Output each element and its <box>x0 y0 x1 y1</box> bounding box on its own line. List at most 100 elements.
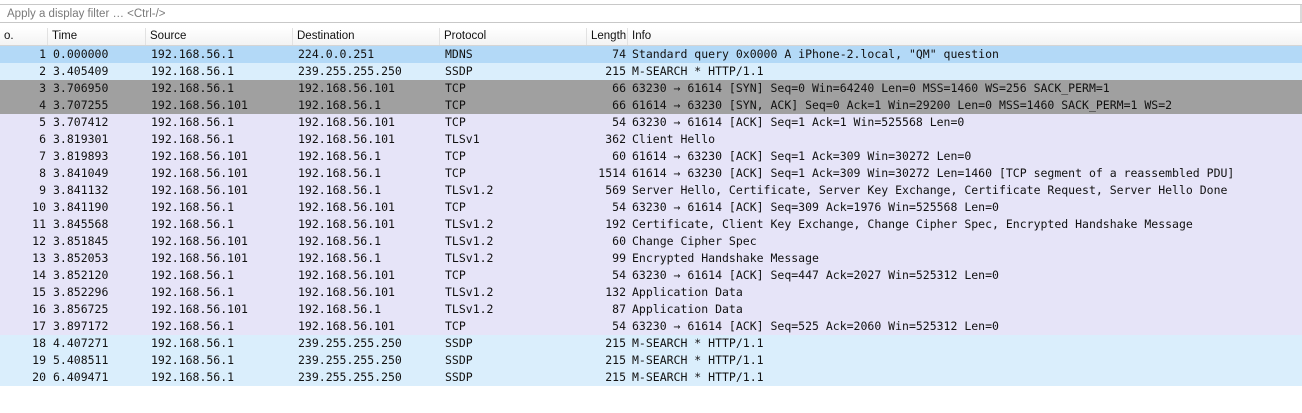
packet-destination: 192.168.56.101 <box>298 81 395 95</box>
packet-info: 61614 → 63230 [ACK] Seq=1 Ack=309 Win=30… <box>632 166 1235 180</box>
packet-row[interactable]: 16 3.856725 192.168.56.101 192.168.56.1 TLSv… <box>0 301 1302 318</box>
packet-destination: 192.168.56.1 <box>298 98 382 112</box>
packet-info: 61614 → 63230 [SYN, ACK] Seq=0 Ack=1 Win… <box>632 98 1173 112</box>
packet-list: 1 0.000000 192.168.56.1 224.0.0.251 MDNS 74 St… <box>0 46 1302 386</box>
packet-protocol: TLSv1.2 <box>445 302 494 316</box>
packet-info: 63230 → 61614 [ACK] Seq=1 Ack=1 Win=5255… <box>632 115 965 129</box>
packet-time: 3.841132 <box>53 183 109 197</box>
column-header-no[interactable]: o. <box>0 28 48 45</box>
packet-number: 19 <box>32 353 46 367</box>
packet-source: 192.168.56.1 <box>151 370 235 384</box>
packet-row[interactable]: 19 5.408511 192.168.56.1 239.255.255.250 SSD… <box>0 352 1302 369</box>
packet-destination: 239.255.255.250 <box>298 353 402 367</box>
packet-protocol: TLSv1.2 <box>445 251 494 265</box>
packet-protocol: MDNS <box>445 47 473 61</box>
packet-row[interactable]: 2 3.405409 192.168.56.1 239.255.255.250 SSDP… <box>0 63 1302 80</box>
packet-info: Server Hello, Certificate, Server Key Ex… <box>632 183 1228 197</box>
packet-number: 14 <box>32 268 46 282</box>
column-header-time[interactable]: Time <box>48 28 146 45</box>
packet-number: 11 <box>32 217 46 231</box>
packet-protocol: TLSv1.2 <box>445 217 494 231</box>
packet-row[interactable]: 10 3.841190 192.168.56.1 192.168.56.101 TCP 5… <box>0 199 1302 216</box>
packet-length: 1514 <box>598 166 626 180</box>
packet-source: 192.168.56.1 <box>151 217 235 231</box>
packet-row[interactable]: 15 3.852296 192.168.56.1 192.168.56.101 TLSv… <box>0 284 1302 301</box>
packet-protocol: TLSv1.2 <box>445 285 494 299</box>
packet-info: 61614 → 63230 [ACK] Seq=1 Ack=309 Win=30… <box>632 149 972 163</box>
packet-protocol: TCP <box>445 115 466 129</box>
packet-time: 3.841049 <box>53 166 109 180</box>
packet-source: 192.168.56.101 <box>151 251 248 265</box>
packet-row[interactable]: 6 3.819301 192.168.56.1 192.168.56.101 TLSv1… <box>0 131 1302 148</box>
packet-info: Encrypted Handshake Message <box>632 251 819 265</box>
packet-number: 4 <box>39 98 46 112</box>
packet-length: 569 <box>605 183 626 197</box>
packet-length: 192 <box>605 217 626 231</box>
packet-length: 54 <box>612 200 626 214</box>
packet-source: 192.168.56.1 <box>151 268 235 282</box>
packet-destination: 192.168.56.1 <box>298 183 382 197</box>
packet-info: 63230 → 61614 [ACK] Seq=525 Ack=2060 Win… <box>632 319 999 333</box>
packet-row[interactable]: 12 3.851845 192.168.56.101 192.168.56.1 TLSv… <box>0 233 1302 250</box>
packet-time: 3.852120 <box>53 268 109 282</box>
packet-protocol: TCP <box>445 166 466 180</box>
packet-info: 63230 → 61614 [ACK] Seq=447 Ack=2027 Win… <box>632 268 999 282</box>
column-header-length[interactable]: Length <box>587 28 628 45</box>
packet-number: 3 <box>39 81 46 95</box>
packet-protocol: TLSv1.2 <box>445 183 494 197</box>
packet-row[interactable]: 13 3.852053 192.168.56.101 192.168.56.1 TLSv… <box>0 250 1302 267</box>
column-header-info[interactable]: Info <box>628 28 1302 45</box>
packet-protocol: TLSv1 <box>445 132 480 146</box>
packet-source: 192.168.56.101 <box>151 302 248 316</box>
packet-destination: 192.168.56.101 <box>298 115 395 129</box>
packet-length: 66 <box>612 98 626 112</box>
packet-number: 17 <box>32 319 46 333</box>
packet-time: 3.841190 <box>53 200 109 214</box>
packet-row[interactable]: 11 3.845568 192.168.56.1 192.168.56.101 TLSv… <box>0 216 1302 233</box>
packet-destination: 192.168.56.101 <box>298 319 395 333</box>
packet-row[interactable]: 3 3.706950 192.168.56.1 192.168.56.101 TCP 66… <box>0 80 1302 97</box>
packet-source: 192.168.56.1 <box>151 64 235 78</box>
packet-destination: 224.0.0.251 <box>298 47 375 61</box>
packet-protocol: TCP <box>445 268 466 282</box>
packet-info: Application Data <box>632 285 743 299</box>
packet-number: 6 <box>39 132 46 146</box>
packet-destination: 192.168.56.101 <box>298 217 395 231</box>
column-header-source[interactable]: Source <box>146 28 293 45</box>
packet-row[interactable]: 9 3.841132 192.168.56.101 192.168.56.1 TLSv1… <box>0 182 1302 199</box>
packet-time: 3.707412 <box>53 115 109 129</box>
packet-source: 192.168.56.1 <box>151 319 235 333</box>
packet-row[interactable]: 5 3.707412 192.168.56.1 192.168.56.101 TCP 54… <box>0 114 1302 131</box>
packet-number: 2 <box>39 64 46 78</box>
packet-time: 3.819893 <box>53 149 109 163</box>
display-filter-input[interactable] <box>0 5 1297 22</box>
column-header-destination[interactable]: Destination <box>293 28 440 45</box>
packet-number: 18 <box>32 336 46 350</box>
packet-protocol: SSDP <box>445 353 473 367</box>
packet-row[interactable]: 17 3.897172 192.168.56.1 192.168.56.101 TCP 5… <box>0 318 1302 335</box>
packet-row[interactable]: 7 3.819893 192.168.56.101 192.168.56.1 TCP 60… <box>0 148 1302 165</box>
packet-row[interactable]: 20 6.409471 192.168.56.1 239.255.255.250 SSD… <box>0 369 1302 386</box>
packet-time: 4.407271 <box>53 336 109 350</box>
packet-protocol: SSDP <box>445 370 473 384</box>
packet-destination: 239.255.255.250 <box>298 64 402 78</box>
packet-source: 192.168.56.1 <box>151 132 235 146</box>
packet-protocol: SSDP <box>445 336 473 350</box>
packet-row[interactable]: 4 3.707255 192.168.56.101 192.168.56.1 TCP 66… <box>0 97 1302 114</box>
packet-info: 63230 → 61614 [ACK] Seq=309 Ack=1976 Win… <box>632 200 999 214</box>
packet-source: 192.168.56.101 <box>151 183 248 197</box>
packet-protocol: SSDP <box>445 64 473 78</box>
packet-source: 192.168.56.101 <box>151 149 248 163</box>
packet-time: 3.897172 <box>53 319 109 333</box>
packet-source: 192.168.56.101 <box>151 166 248 180</box>
display-filter-bar <box>0 4 1302 23</box>
packet-source: 192.168.56.1 <box>151 285 235 299</box>
packet-row[interactable]: 8 3.841049 192.168.56.101 192.168.56.1 TCP 15… <box>0 165 1302 182</box>
column-header-protocol[interactable]: Protocol <box>440 28 587 45</box>
packet-number: 8 <box>39 166 46 180</box>
packet-row[interactable]: 14 3.852120 192.168.56.1 192.168.56.101 TCP 5… <box>0 267 1302 284</box>
packet-row[interactable]: 18 4.407271 192.168.56.1 239.255.255.250 SSD… <box>0 335 1302 352</box>
packet-destination: 192.168.56.101 <box>298 285 395 299</box>
packet-number: 10 <box>32 200 46 214</box>
packet-row[interactable]: 1 0.000000 192.168.56.1 224.0.0.251 MDNS 74 St… <box>0 46 1302 63</box>
